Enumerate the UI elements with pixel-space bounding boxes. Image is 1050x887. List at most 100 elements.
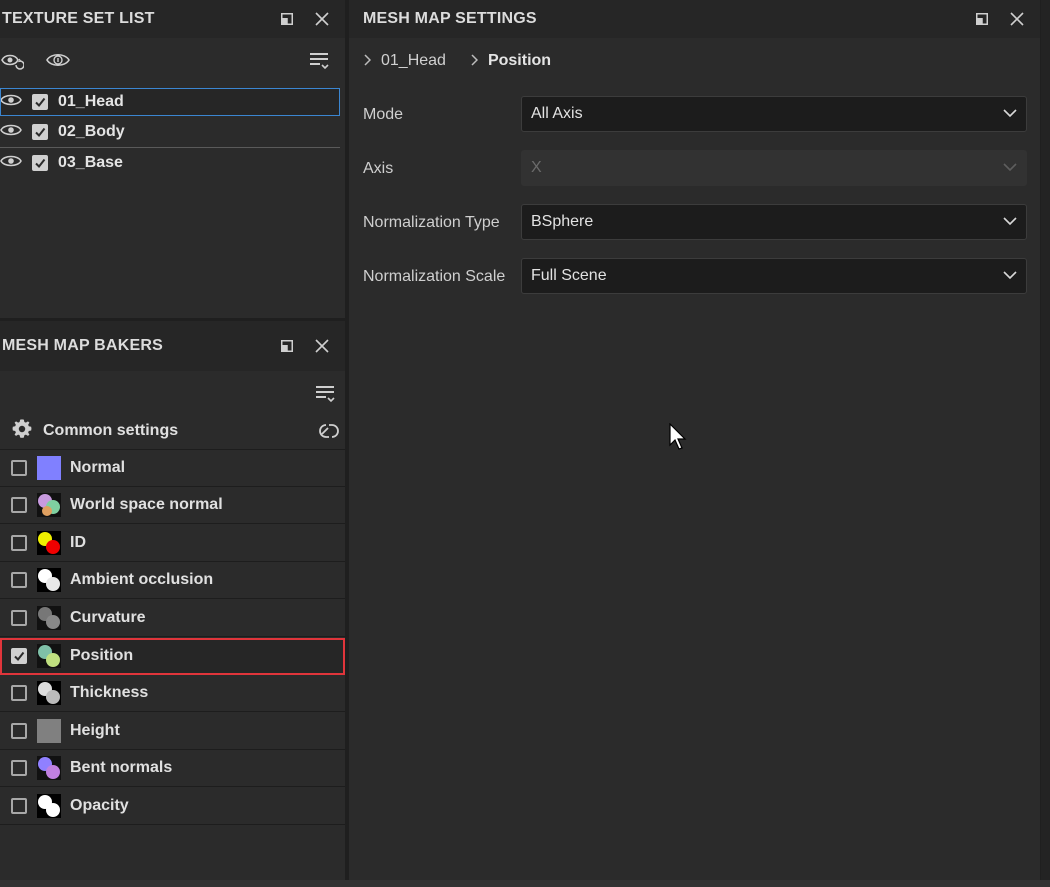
bottom-edge-strip bbox=[0, 880, 1050, 887]
mode-label: Mode bbox=[363, 106, 404, 123]
mouse-cursor-icon bbox=[669, 422, 689, 456]
mesh-map-settings-header: MESH MAP SETTINGS bbox=[349, 0, 1040, 38]
baker-label: ID bbox=[70, 534, 86, 551]
baker-label: Bent normals bbox=[70, 759, 173, 776]
axis-select: X bbox=[521, 150, 1027, 186]
mesh-map-bakers-header: MESH MAP BAKERS bbox=[0, 321, 345, 371]
eye-icon[interactable] bbox=[0, 154, 22, 173]
visibility-checkbox[interactable] bbox=[32, 124, 48, 140]
undock-icon[interactable] bbox=[976, 13, 988, 25]
eye-solo-icon[interactable] bbox=[45, 50, 71, 75]
baker-label: World space normal bbox=[70, 496, 223, 513]
mode-select[interactable]: All Axis bbox=[521, 96, 1027, 132]
axis-label: Axis bbox=[363, 160, 394, 177]
baker-label: Normal bbox=[70, 459, 126, 476]
baker-checkbox[interactable] bbox=[11, 610, 27, 626]
baker-row-id[interactable]: ID bbox=[0, 525, 345, 562]
chevron-down-icon bbox=[1003, 105, 1017, 123]
normalization-scale-field: Normalization Scale Full Scene bbox=[349, 258, 1040, 296]
breadcrumb: 01_Head Position bbox=[349, 38, 1040, 83]
curvature-thumbnail bbox=[37, 606, 61, 630]
row-divider bbox=[0, 147, 340, 148]
axis-field: Axis X bbox=[349, 150, 1040, 188]
menu-list-icon[interactable] bbox=[308, 51, 330, 76]
mode-field: Mode All Axis bbox=[349, 96, 1040, 134]
baker-label: Opacity bbox=[70, 797, 129, 814]
id-map-thumbnail bbox=[37, 531, 61, 555]
baker-row-thickness[interactable]: Thickness bbox=[0, 675, 345, 712]
common-settings-row[interactable]: Common settings bbox=[0, 413, 345, 450]
normalization-type-select[interactable]: BSphere bbox=[521, 204, 1027, 240]
undock-icon[interactable] bbox=[281, 13, 293, 25]
chevron-right-icon bbox=[470, 53, 479, 69]
ambient-occlusion-thumbnail bbox=[37, 568, 61, 592]
normalization-scale-select[interactable]: Full Scene bbox=[521, 258, 1027, 294]
visibility-checkbox[interactable] bbox=[32, 94, 48, 110]
chevron-down-icon bbox=[1003, 213, 1017, 231]
chevron-down-icon bbox=[1003, 267, 1017, 285]
texture-set-row-01-head[interactable]: 01_Head bbox=[0, 88, 340, 116]
baker-checkbox[interactable] bbox=[11, 460, 27, 476]
baker-row-position[interactable]: Position bbox=[0, 638, 345, 675]
common-settings-label: Common settings bbox=[43, 422, 179, 439]
mesh-map-settings-panel: MESH MAP SETTINGS 01_Head Position Mode … bbox=[349, 0, 1040, 880]
close-icon[interactable] bbox=[1010, 12, 1024, 26]
undock-icon[interactable] bbox=[281, 340, 293, 352]
mode-value: All Axis bbox=[531, 105, 583, 122]
mesh-map-bakers-panel: MESH MAP BAKERS Common settings Normal W… bbox=[0, 321, 345, 887]
world-space-normal-thumbnail bbox=[37, 493, 61, 517]
baker-checkbox[interactable] bbox=[11, 760, 27, 776]
texture-set-label: 02_Body bbox=[58, 123, 125, 140]
baker-checkbox[interactable] bbox=[11, 723, 27, 739]
baker-checkbox[interactable] bbox=[11, 572, 27, 588]
normalization-scale-value: Full Scene bbox=[531, 267, 607, 284]
baker-checkbox[interactable] bbox=[11, 535, 27, 551]
baker-checkbox[interactable] bbox=[11, 497, 27, 513]
baker-row-height[interactable]: Height bbox=[0, 713, 345, 750]
normalization-type-label: Normalization Type bbox=[363, 214, 500, 231]
gear-icon bbox=[11, 418, 33, 445]
breadcrumb-current[interactable]: Position bbox=[488, 52, 551, 70]
baker-row-opacity[interactable]: Opacity bbox=[0, 788, 345, 825]
baker-row-curvature[interactable]: Curvature bbox=[0, 600, 345, 637]
texture-set-row-02-body[interactable]: 02_Body bbox=[0, 118, 340, 146]
eye-refresh-icon[interactable] bbox=[0, 50, 25, 75]
texture-set-list-header: TEXTURE SET LIST bbox=[0, 0, 345, 38]
height-thumbnail bbox=[37, 719, 61, 743]
position-thumbnail bbox=[37, 644, 61, 668]
normalization-scale-label: Normalization Scale bbox=[363, 268, 506, 285]
baker-row-bent-normals[interactable]: Bent normals bbox=[0, 750, 345, 787]
normalization-type-field: Normalization Type BSphere bbox=[349, 204, 1040, 242]
eye-icon[interactable] bbox=[0, 123, 22, 142]
bent-normals-thumbnail bbox=[37, 756, 61, 780]
baker-row-ambient-occlusion[interactable]: Ambient occlusion bbox=[0, 562, 345, 599]
breadcrumb-item[interactable]: 01_Head bbox=[381, 52, 446, 70]
baker-label: Curvature bbox=[70, 609, 146, 626]
texture-set-row-03-base[interactable]: 03_Base bbox=[0, 149, 340, 177]
texture-set-toolbar bbox=[0, 38, 345, 83]
baker-label: Ambient occlusion bbox=[70, 571, 214, 588]
eye-icon[interactable] bbox=[0, 93, 22, 112]
menu-list-icon[interactable] bbox=[314, 384, 336, 409]
baker-checkbox[interactable] bbox=[11, 798, 27, 814]
mesh-map-settings-title: MESH MAP SETTINGS bbox=[363, 10, 537, 27]
texture-set-list-panel: TEXTURE SET LIST 01_Head 02_Body 03_Base bbox=[0, 0, 345, 318]
axis-value: X bbox=[531, 159, 542, 176]
chevron-down-icon bbox=[1003, 159, 1017, 177]
close-icon[interactable] bbox=[315, 12, 329, 26]
baker-checkbox[interactable] bbox=[11, 648, 27, 664]
visibility-checkbox[interactable] bbox=[32, 155, 48, 171]
thickness-thumbnail bbox=[37, 681, 61, 705]
baker-row-world-space-normal[interactable]: World space normal bbox=[0, 487, 345, 524]
normalization-type-value: BSphere bbox=[531, 213, 594, 230]
baker-checkbox[interactable] bbox=[11, 685, 27, 701]
texture-set-label: 01_Head bbox=[58, 93, 124, 110]
normal-map-thumbnail bbox=[37, 456, 61, 480]
baker-label: Height bbox=[70, 722, 120, 739]
close-icon[interactable] bbox=[315, 339, 329, 353]
baker-row-normal[interactable]: Normal bbox=[0, 450, 345, 487]
mesh-map-bakers-title: MESH MAP BAKERS bbox=[2, 337, 163, 354]
right-edge-strip bbox=[1041, 0, 1050, 887]
baker-label: Position bbox=[70, 647, 134, 664]
link-icon[interactable] bbox=[316, 420, 342, 447]
